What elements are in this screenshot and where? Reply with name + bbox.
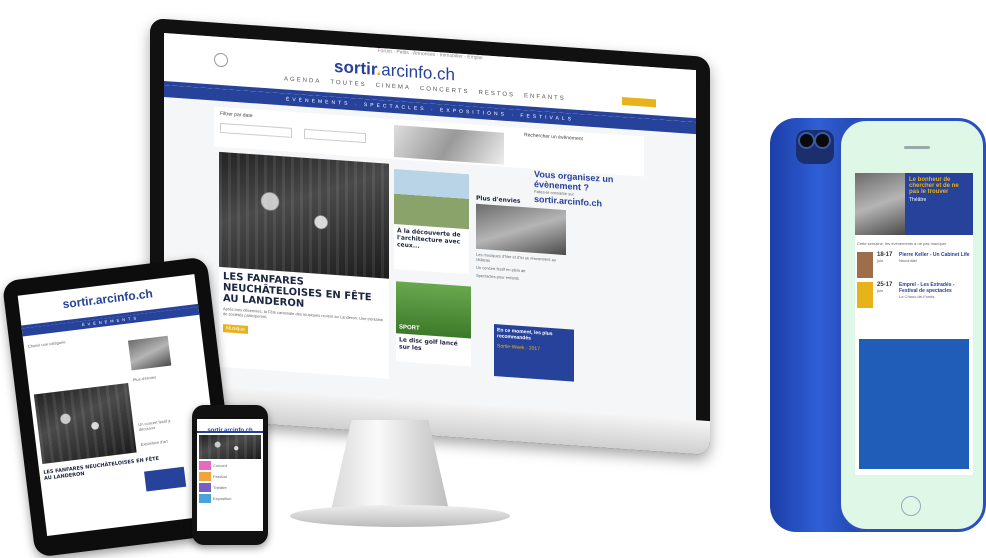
- category-badge[interactable]: Musique: [223, 324, 248, 334]
- phone-list-item[interactable]: Festival: [199, 472, 261, 481]
- item-thumb: [199, 494, 211, 503]
- item-thumb: [199, 472, 211, 481]
- header-banner-image: [394, 125, 504, 165]
- filter-label: Filtrer par date: [220, 110, 253, 120]
- desktop-screen: Forum · Petits · Annonces · Immobilier ·…: [164, 32, 696, 441]
- small-phone: sortir.arcinfo.ch Concert Festival Théât…: [192, 405, 268, 545]
- camera-module-icon: [796, 130, 834, 164]
- feature-title[interactable]: Le bonheur de chercher et de ne pas le t…: [909, 177, 969, 195]
- desktop-monitor: Forum · Petits · Annonces · Immobilier ·…: [150, 18, 710, 456]
- tablet-side-item[interactable]: Plus d'envies: [132, 373, 172, 383]
- parade-photo: [476, 203, 566, 256]
- item-label: Exposition: [213, 496, 232, 501]
- sport-label: SPORT: [399, 324, 420, 332]
- side-headline[interactable]: À la découverte de l'architecture avec c…: [394, 224, 469, 256]
- feature-photo: [855, 173, 905, 235]
- tablet-blue-box[interactable]: [144, 466, 187, 492]
- feature-card[interactable]: Le bonheur de chercher et de ne pas le t…: [855, 173, 973, 235]
- ad-block[interactable]: [859, 339, 969, 469]
- item-thumb: [199, 483, 211, 492]
- tablet-logo[interactable]: sortir.arcinfo.ch: [62, 286, 154, 311]
- phone-list-item[interactable]: Concert: [199, 461, 261, 470]
- nav-item[interactable]: RESTOS: [478, 90, 515, 99]
- nav-item[interactable]: AGENDA: [284, 76, 321, 85]
- small-phone-screen: sortir.arcinfo.ch Concert Festival Théât…: [197, 419, 263, 531]
- nav-item[interactable]: ENFANTS: [524, 93, 566, 102]
- recommend-box[interactable]: En ce moment, les plus recommandés Sorti…: [494, 324, 574, 382]
- house-photo: [394, 169, 469, 230]
- nav-item[interactable]: TOUTES: [330, 80, 366, 89]
- event-month: juin: [877, 288, 884, 293]
- event-row[interactable]: 25-17 juin Emprel - Les Extradés - Festi…: [857, 282, 971, 308]
- main-article[interactable]: LES FANFARES NEUCHÂTELOISES EN FÊTE AU L…: [219, 151, 389, 379]
- tablet-side-item[interactable]: Exposition d'art: [140, 437, 180, 447]
- date-select[interactable]: [220, 122, 292, 138]
- phone-logo[interactable]: sortir.arcinfo.ch: [207, 428, 252, 434]
- phone-list-item[interactable]: Théâtre: [199, 483, 261, 492]
- disc-golf-photo: SPORT: [396, 281, 471, 339]
- iphone-screen: Le bonheur de chercher et de ne pas le t…: [855, 173, 973, 475]
- speaker-icon: [904, 146, 930, 149]
- event-place: La Chaux-de-Fonds: [899, 294, 935, 299]
- monitor-bezel: Forum · Petits · Annonces · Immobilier ·…: [150, 18, 710, 456]
- monitor-base: [290, 505, 510, 527]
- side-article[interactable]: À la découverte de l'architecture avec c…: [394, 169, 469, 275]
- orchestra-photo: [219, 151, 389, 279]
- lens-icon: [800, 134, 813, 147]
- cta-button[interactable]: [622, 97, 656, 108]
- phone-list-item[interactable]: Exposition: [199, 494, 261, 503]
- weather-icon: [214, 52, 228, 68]
- event-row[interactable]: 18-17 juin Pierre Keller - Un Cabinet Li…: [857, 252, 971, 278]
- feature-sub: Théâtre: [909, 197, 927, 203]
- phone-header: sortir.arcinfo.ch: [197, 419, 263, 434]
- iphone-front: Le bonheur de chercher et de ne pas le t…: [838, 118, 986, 532]
- tablet-side-photo: [127, 335, 172, 371]
- event-thumb: [857, 282, 873, 308]
- tablet-main-photo: [33, 382, 137, 465]
- search-label: Rechercher un évènement: [524, 132, 583, 143]
- event-month: juin: [877, 258, 884, 263]
- tablet-side-item[interactable]: Un concert festif à découvrir: [138, 417, 179, 432]
- feature-text: Le bonheur de chercher et de ne pas le t…: [905, 173, 973, 235]
- sport-article[interactable]: SPORT Le disc golf lancé sur les: [396, 281, 471, 367]
- category-select[interactable]: [304, 128, 366, 144]
- recommend-text: En ce moment, les plus recommandés: [497, 327, 553, 342]
- home-button[interactable]: [901, 496, 921, 516]
- phone-photo: [199, 435, 261, 459]
- nav-item[interactable]: CINEMA: [376, 83, 411, 91]
- nav-item[interactable]: CONCERTS: [420, 86, 470, 95]
- item-label: Concert: [213, 463, 228, 468]
- section-label: Cette semaine, les événements à ne pas m…: [857, 241, 947, 246]
- item-thumb: [199, 461, 211, 470]
- item-label: Festival: [213, 474, 227, 479]
- lens-icon: [816, 134, 829, 147]
- event-title[interactable]: Emprel - Les Extradés - Festival de spec…: [899, 282, 971, 294]
- recommend-link[interactable]: Sortie-Week - 2017: [497, 343, 571, 354]
- event-thumb: [857, 252, 873, 278]
- event-place: Neuchâtel: [899, 258, 918, 263]
- item-label: Théâtre: [213, 485, 227, 490]
